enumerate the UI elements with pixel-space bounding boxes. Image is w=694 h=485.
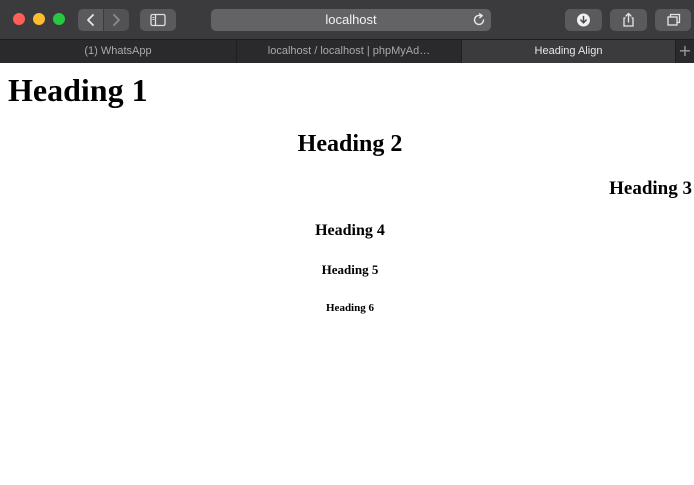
tab-whatsapp[interactable]: (1) WhatsApp: [0, 40, 237, 63]
back-icon: [87, 14, 94, 26]
page-content: Heading 1 Heading 2 Heading 3 Heading 4 …: [0, 63, 694, 485]
share-icon: [623, 12, 634, 27]
heading-6: Heading 6: [326, 302, 374, 314]
tab-phpmyadmin[interactable]: localhost / localhost | phpMyAd…: [237, 40, 462, 63]
tabs-overview-icon: [667, 13, 681, 26]
reload-icon[interactable]: [471, 12, 487, 28]
sidebar-toggle-button[interactable]: [140, 9, 176, 31]
back-button[interactable]: [78, 9, 103, 31]
download-icon: [577, 13, 590, 27]
tab-heading-align[interactable]: Heading Align: [462, 40, 676, 63]
sidebar-icon: [150, 13, 166, 27]
heading-4: Heading 4: [315, 222, 385, 239]
plus-icon: +: [678, 41, 692, 60]
url-text: localhost: [325, 12, 377, 27]
heading-2: Heading 2: [297, 131, 403, 157]
tab-overview-button[interactable]: [655, 9, 691, 31]
share-button[interactable]: [610, 9, 647, 31]
browser-toolbar: localhost: [0, 0, 694, 39]
tab-bar: (1) WhatsApp localhost / localhost | php…: [0, 39, 694, 63]
close-window-button[interactable]: [13, 13, 25, 25]
forward-button[interactable]: [104, 9, 129, 31]
heading-5: Heading 5: [321, 262, 379, 277]
forward-icon: [113, 14, 120, 26]
heading-3: Heading 3: [609, 178, 692, 199]
heading-1: Heading 1: [8, 72, 148, 108]
address-bar[interactable]: localhost: [211, 9, 491, 31]
downloads-button[interactable]: [565, 9, 602, 31]
zoom-window-button[interactable]: [53, 13, 65, 25]
new-tab-button[interactable]: +: [676, 40, 694, 63]
minimize-window-button[interactable]: [33, 13, 45, 25]
